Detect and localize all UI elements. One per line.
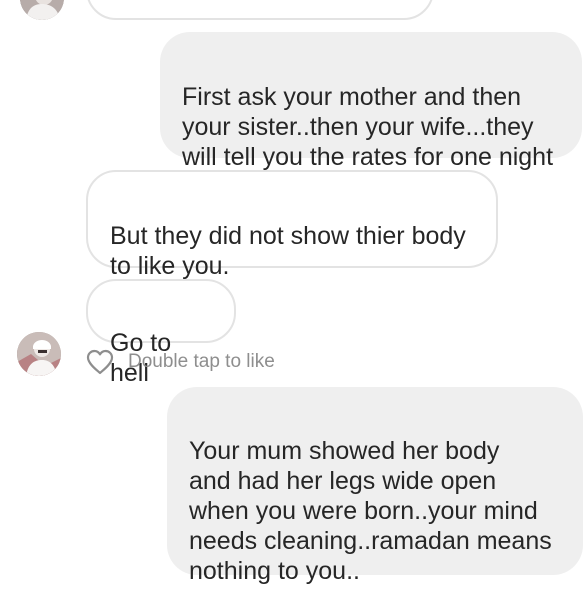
heart-outline-icon[interactable] <box>86 349 114 375</box>
message-text: But they did not show thier body to like… <box>110 222 466 280</box>
contact-avatar-top[interactable] <box>20 0 64 20</box>
message-bubble-sent[interactable]: First ask your mother and then your sist… <box>160 32 582 171</box>
double-tap-like[interactable]: Double tap to like <box>86 348 275 376</box>
like-hint-label: Double tap to like <box>128 351 275 372</box>
message-bubble-partial[interactable] <box>86 0 434 20</box>
message-text: Your mum showed her body and had her leg… <box>189 437 552 585</box>
message-thread: First ask your mother and then your sist… <box>0 0 583 592</box>
contact-avatar[interactable] <box>17 332 61 376</box>
message-bubble-sent[interactable]: Your mum showed her body and had her leg… <box>167 387 583 585</box>
message-bubble-received[interactable]: Go to hell <box>86 279 236 387</box>
message-bubble-received[interactable]: But they did not show thier body to like… <box>86 170 498 280</box>
message-text: First ask your mother and then your sist… <box>182 83 554 171</box>
